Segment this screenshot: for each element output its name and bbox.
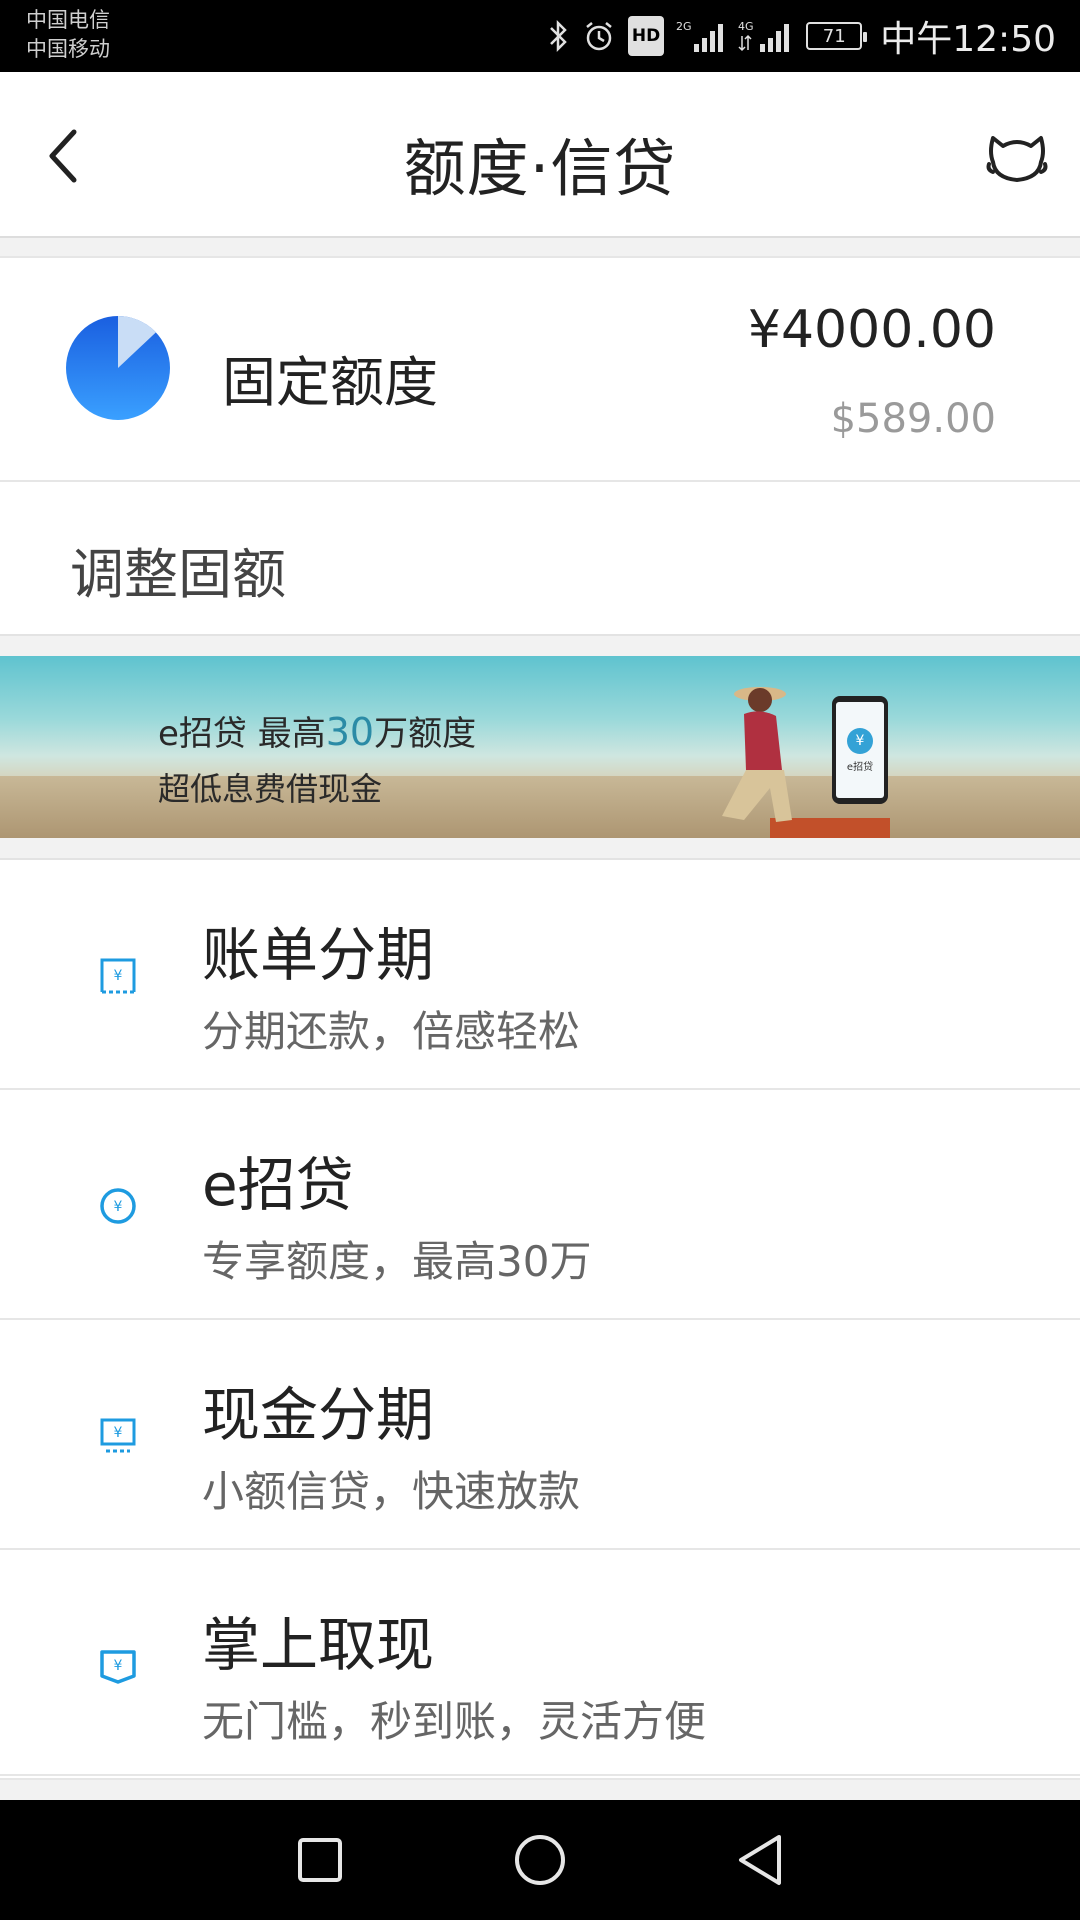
cat-service-icon (986, 136, 1048, 182)
cash-installment-icon: ¥ (94, 1412, 142, 1460)
banner-headline-accent: 30 (325, 710, 375, 754)
page-title: 额度·信贷 (403, 132, 677, 205)
mobile-cash-icon: ¥ (94, 1642, 142, 1690)
e-loan-banner[interactable]: e招贷 最高30万额度 超低息费借现金 ¥ e招贷 (0, 656, 1080, 838)
svg-text:¥: ¥ (114, 1425, 123, 1441)
banner-phone: ¥ e招贷 (832, 696, 888, 804)
signal-2g-icon: 2G (676, 16, 726, 56)
status-icons: HD 2G 4G 71 中午12:50 (548, 0, 1056, 72)
banner-subline: 超低息费借现金 (158, 770, 383, 808)
banner-headline: e招贷 最高30万额度 (158, 706, 476, 755)
service-subtitle: 无门槛，秒到账，灵活方便 (202, 1697, 707, 1746)
bluetooth-icon (548, 16, 570, 56)
home-button[interactable] (505, 1825, 575, 1895)
quota-pie-icon (66, 316, 170, 420)
square-icon (298, 1838, 342, 1882)
banner-phone-screen: ¥ e招贷 (836, 702, 884, 798)
status-bar: 中国电信 中国移动 HD 2G 4G 71 中午12:50 (0, 0, 1080, 72)
battery-level: 71 (822, 25, 846, 47)
clock: 中午12:50 (880, 19, 1056, 60)
list-bottom-divider (0, 1778, 1080, 1800)
e-loan-icon: ¥ (94, 1182, 142, 1230)
service-item-bill-installment[interactable]: ¥ 账单分期 分期还款，倍感轻松 (0, 860, 1080, 1090)
svg-text:¥: ¥ (114, 1199, 123, 1215)
header: 额度·信贷 (0, 72, 1080, 238)
triangle-back-icon (739, 1835, 781, 1885)
carrier-info: 中国电信 中国移动 (26, 6, 110, 64)
service-item-e-loan[interactable]: ¥ e招贷 专享额度，最高30万 (0, 1090, 1080, 1320)
service-subtitle: 小额信贷，快速放款 (202, 1467, 581, 1516)
banner-headline-suffix: 万额度 (374, 714, 477, 754)
yen-coin-icon: ¥ (847, 727, 873, 754)
adjust-quota-label: 调整固额 (70, 543, 286, 606)
quota-card[interactable]: 固定额度 ¥4000.00 $589.00 (0, 256, 1080, 482)
quota-usd-amount: $589.00 (830, 396, 996, 442)
signal-4g-icon: 4G (738, 16, 794, 56)
banner-headline-prefix: e招贷 最高 (158, 714, 326, 754)
service-title: 掌上取现 (202, 1611, 435, 1679)
system-nav-bar (0, 1800, 1080, 1920)
service-list: ¥ 账单分期 分期还款，倍感轻松 ¥ e招贷 专享额度，最高30万 ¥ 现金分期… (0, 858, 1080, 1778)
service-title: 现金分期 (202, 1381, 435, 1449)
bill-installment-icon: ¥ (94, 952, 142, 1000)
network-4g-label: 4G (738, 20, 754, 33)
adjust-quota-row[interactable]: 调整固额 (0, 482, 1080, 636)
service-item-cash-installment[interactable]: ¥ 现金分期 小额信贷，快速放款 (0, 1320, 1080, 1550)
nav-back-button[interactable] (725, 1825, 795, 1895)
quota-total-amount: ¥4000.00 (747, 300, 996, 360)
banner-phone-label: e招贷 (846, 761, 874, 773)
carrier-1: 中国电信 (26, 8, 110, 32)
carrier-2: 中国移动 (26, 37, 110, 61)
network-2g-label: 2G (676, 20, 692, 33)
service-title: e招贷 (202, 1151, 354, 1219)
circle-icon (515, 1835, 565, 1885)
hd-badge: HD (627, 16, 665, 56)
service-subtitle: 专享额度，最高30万 (202, 1237, 592, 1286)
customer-service-button[interactable] (972, 116, 1062, 196)
svg-text:¥: ¥ (114, 1658, 123, 1674)
alarm-icon (582, 16, 616, 56)
quota-label: 固定额度 (222, 351, 438, 414)
svg-text:¥: ¥ (114, 968, 123, 984)
service-title: 账单分期 (202, 921, 435, 989)
battery-icon: 71 (806, 22, 868, 50)
recent-apps-button[interactable] (285, 1825, 355, 1895)
service-item-mobile-cash[interactable]: ¥ 掌上取现 无门槛，秒到账，灵活方便 (0, 1550, 1080, 1776)
service-subtitle: 分期还款，倍感轻松 (202, 1007, 581, 1056)
